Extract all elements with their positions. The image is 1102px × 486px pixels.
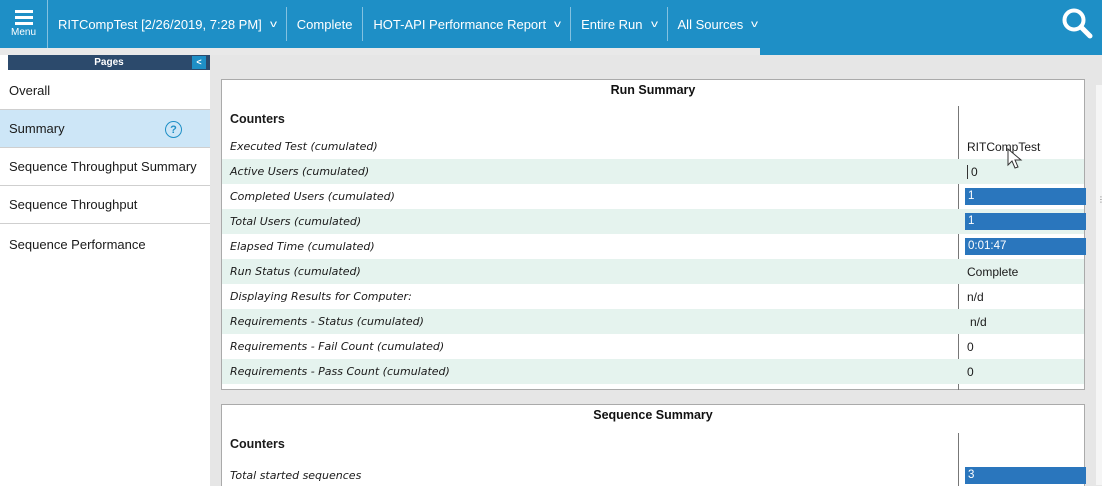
hamburger-icon: [14, 10, 33, 25]
column-header-counters: Counters: [230, 111, 285, 126]
pages-header: Pages <: [8, 55, 210, 70]
panel-title: Sequence Summary: [593, 408, 713, 422]
table-row[interactable]: Completed Users (cumulated) 1: [222, 184, 1086, 209]
counter-label: Elapsed Time (cumulated): [230, 240, 375, 253]
crumb-label: All Sources: [677, 16, 744, 32]
counter-value-bar: 3: [965, 467, 1086, 484]
vertical-scrollbar[interactable]: ⋮: [1096, 85, 1102, 485]
top-bar: Menu RITCompTest [2/26/2019, 7:28 PM] v …: [0, 0, 1102, 48]
counter-label: Requirements - Fail Count (cumulated): [230, 340, 445, 353]
grip-icon: ⋮: [1097, 195, 1102, 204]
counter-label: Active Users (cumulated): [230, 165, 370, 178]
sidebar-item-summary[interactable]: Summary ?: [0, 110, 210, 148]
table-row[interactable]: Total started sequences 3: [222, 463, 1086, 486]
table-row[interactable]: Requirements - Pass Count (cumulated) 0: [222, 359, 1084, 384]
crumb-status[interactable]: Complete: [287, 7, 364, 41]
counter-value: 0: [967, 164, 978, 179]
mouse-cursor-icon: [1007, 148, 1023, 169]
sidebar-item-label: Sequence Performance: [9, 236, 146, 252]
sidebar-item-sequence-throughput[interactable]: Sequence Throughput: [0, 186, 210, 224]
table-row[interactable]: Displaying Results for Computer: n/d: [222, 284, 1084, 309]
counter-label: Requirements - Pass Count (cumulated): [230, 365, 450, 378]
table-row[interactable]: Requirements - Status (cumulated) n/d: [222, 309, 1084, 334]
search-icon[interactable]: [1060, 6, 1094, 40]
table-row[interactable]: Requirements - Fail Count (cumulated) 0: [222, 334, 1084, 359]
counter-label: Requirements - Status (cumulated): [230, 315, 424, 328]
crumb-label: HOT-API Performance Report: [373, 16, 547, 32]
table-row[interactable]: Active Users (cumulated) 0: [222, 159, 1084, 184]
chevron-down-icon: v: [751, 18, 759, 30]
crumb-report[interactable]: HOT-API Performance Report v: [363, 7, 572, 41]
main-content: ⋮ Run Summary Counters Executed Test (cu…: [210, 55, 1102, 486]
counter-value: RITCompTest: [967, 139, 1041, 154]
table-row[interactable]: Total Users (cumulated) 1: [222, 209, 1086, 234]
sidebar: Pages < Overall Summary ? Sequence Throu…: [0, 55, 210, 486]
chevron-down-icon: v: [650, 18, 658, 30]
crumb-label: Entire Run: [581, 16, 643, 32]
counter-label: Displaying Results for Computer:: [230, 290, 412, 303]
sidebar-item-overall[interactable]: Overall: [0, 72, 210, 110]
chevron-down-icon: v: [269, 18, 277, 30]
help-icon[interactable]: ?: [165, 121, 182, 138]
column-header-counters: Counters: [230, 436, 285, 451]
chevron-down-icon: v: [554, 18, 562, 30]
sidebar-item-sequence-performance[interactable]: Sequence Performance: [0, 225, 210, 263]
crumb-label: RITCompTest [2/26/2019, 7:28 PM]: [58, 16, 262, 32]
crumb-time-range[interactable]: Entire Run v: [571, 7, 668, 41]
table-header-row: Counters: [222, 431, 1084, 456]
counter-label: Run Status (cumulated): [230, 265, 361, 278]
counter-value: 0: [967, 364, 974, 379]
run-summary-panel: Run Summary Counters Executed Test (cumu…: [221, 79, 1086, 390]
counter-value-bar: 1: [965, 188, 1086, 205]
sidebar-item-label: Overall: [9, 83, 51, 98]
table-row[interactable]: Elapsed Time (cumulated) 0:01:47: [222, 234, 1086, 259]
collapse-sidebar-button[interactable]: <: [192, 56, 206, 69]
sidebar-item-label: Sequence Throughput Summary: [9, 159, 197, 174]
counter-label: Completed Users (cumulated): [230, 190, 395, 203]
sidebar-item-sequence-throughput-summary[interactable]: Sequence Throughput Summary: [0, 148, 210, 186]
crumb-test-run[interactable]: RITCompTest [2/26/2019, 7:28 PM] v: [48, 7, 287, 41]
counter-value: 0: [967, 339, 974, 354]
counter-value-bar: 1: [965, 213, 1086, 230]
sidebar-item-label: Sequence Throughput: [9, 197, 138, 212]
counter-label: Total started sequences: [230, 469, 362, 482]
counter-value: n/d: [967, 289, 984, 304]
table-row[interactable]: Run Status (cumulated) Complete: [222, 259, 1084, 284]
menu-label: Menu: [10, 27, 36, 38]
pages-header-label: Pages: [94, 57, 124, 68]
table-row[interactable]: Executed Test (cumulated) RITCompTest: [222, 134, 1084, 159]
counter-value: n/d: [970, 314, 987, 329]
counter-value: Complete: [967, 264, 1019, 279]
sidebar-item-label: Summary: [9, 121, 65, 136]
counter-value-bar: 0:01:47: [965, 238, 1086, 255]
crumb-label: Complete: [296, 16, 353, 32]
panel-title: Run Summary: [610, 83, 696, 97]
sequence-summary-panel: Sequence Summary Counters Total started …: [221, 404, 1086, 486]
menu-button[interactable]: Menu: [0, 0, 48, 48]
crumb-sources[interactable]: All Sources v: [668, 7, 768, 41]
counter-label: Executed Test (cumulated): [230, 140, 378, 153]
counter-label: Total Users (cumulated): [230, 215, 362, 228]
table-header-row: Counters: [222, 106, 1084, 131]
